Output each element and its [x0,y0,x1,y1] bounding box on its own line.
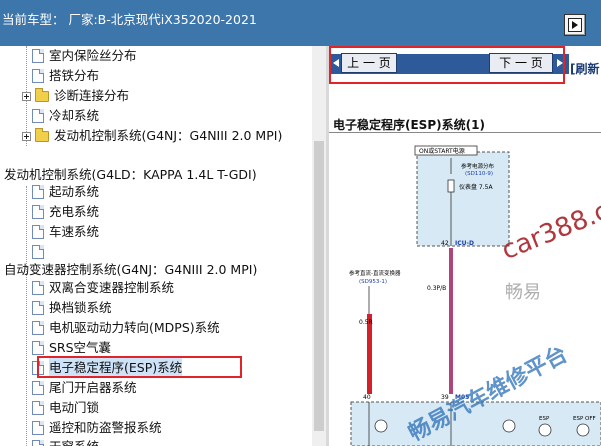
esp-label: ESP [539,416,550,422]
tree-item[interactable]: 诊断连接分布 [22,86,129,106]
folder-icon [35,128,49,142]
tree-item-label: 电机驱动动力转向(MDPS)系统 [49,320,220,335]
expand-plus-icon[interactable] [22,92,31,101]
document-icon [32,301,44,315]
esp-off-label: ESP OFF [573,416,596,422]
tree-item-label: 尾门开启器系统 [49,380,137,395]
ref-label: 参考电源分布 [461,162,495,170]
document-icon [32,225,44,239]
pin-label: 42 [441,240,449,247]
tree-item-label: 双离合变速器控制系统 [49,280,175,295]
diagram-title: 电子稳定程序(ESP)系统(1) [333,118,485,132]
tree-item-label: 遥控和防盗警报系统 [49,420,162,435]
ref-code: (SD953-1) [359,279,387,285]
tree-item[interactable]: 天窗系统 [32,437,99,446]
document-icon [32,381,44,395]
cluster-module-box [350,401,601,446]
document-icon [32,185,44,199]
red-highlight-box [37,356,242,378]
tree-item[interactable]: 冷却系统 [32,106,99,126]
document-icon [32,281,44,295]
connector-label: ICU-D [455,240,474,247]
page-nav-bar: 上 一 页 下 一 页 [刷新 [329,46,601,86]
tree-guide [26,281,27,446]
toggle-panel-button[interactable] [564,14,586,36]
tree-item-label: 天窗系统 [49,437,99,446]
current-model-title: 当前车型： 厂家:B-北京现代iX352020-2021 [2,12,257,27]
pin-label: 39 [441,394,449,401]
tree-item[interactable]: 发动机控制系统(G4NJ：G4NIII 2.0 MPI) [22,126,282,146]
tree-item-label: 起动系统 [49,184,100,199]
tree-item[interactable]: 换档锁系统 [32,298,112,318]
document-icon [32,205,44,219]
document-icon [32,440,44,446]
document-icon [32,421,44,435]
expand-plus-icon[interactable] [22,132,31,141]
document-icon [32,245,44,259]
tree-item-label: 搭铁分布 [49,68,100,83]
tree-item[interactable]: 双离合变速器控制系统 [32,278,174,298]
red-highlight-box [329,46,565,84]
tree-item-label: 冷却系统 [49,108,100,123]
scrollbar-thumb[interactable] [314,141,324,431]
document-icon [32,69,44,83]
fuse-symbol [447,179,455,193]
wiring-diagram: ON或START电源 参考电源分布 (SD110-9) 仪表盘 7.5A 42 … [349,145,601,446]
tree-item[interactable]: SRS空气囊 [32,338,111,358]
ref-label: 参考直流-直流变换器 [349,269,401,277]
tree-item-label: 车速系统 [49,224,100,239]
red-wire [367,314,372,394]
refresh-link[interactable]: [刷新 [570,60,600,77]
tree-group-header[interactable]: 自动变速器控制系统(G4NJ：G4NIII 2.0 MPI) [4,260,257,280]
play-arrow-icon [572,21,578,29]
tree-item-label: SRS空气囊 [49,340,112,355]
tree-item[interactable]: 电机驱动动力转向(MDPS)系统 [32,318,220,338]
tree-item-label: 室内保险丝分布 [49,48,137,63]
tree-item-label: 发动机控制系统(G4NJ：G4NIII 2.0 MPI) [54,128,283,143]
tree-item-label: 诊断连接分布 [54,88,130,103]
top-header-bar: 当前车型： 厂家:B-北京现代iX352020-2021 [0,0,601,46]
tree-item-label: 换档锁系统 [49,300,112,315]
pin-label: 40 [363,394,371,401]
abs-lamp-icon [502,419,516,433]
connector-label: M05 [455,394,469,401]
tree-item-label: 电动门锁 [49,400,100,415]
wire-label: 0.3P/B [427,285,446,292]
tree-item[interactable]: 搭铁分布 [32,66,99,86]
tree-item[interactable]: 室内保险丝分布 [32,46,137,66]
document-icon [32,401,44,415]
tree-item[interactable]: 尾门开启器系统 [32,378,137,398]
diagram-pane: 上 一 页 下 一 页 [刷新 电子稳定程序(ESP)系统(1) ON或STAR… [329,46,601,446]
document-icon [32,341,44,355]
tree-item[interactable]: 电动门锁 [32,398,99,418]
power-label: ON或START电源 [419,147,465,155]
document-icon [32,321,44,335]
tree-item[interactable]: 车速系统 [32,222,99,242]
document-icon [32,49,44,63]
wire-label: 0.5R [359,319,373,326]
document-icon [32,109,44,123]
ref-code: (SD110-9) [465,171,493,177]
circuit-tree: 室内保险丝分布 搭铁分布 诊断连接分布 冷却系统 发动机控制系统(G4NJ：G4… [0,46,324,446]
tree-scrollbar[interactable] [312,46,326,446]
title-divider [329,132,601,133]
tree-item-label: 充电系统 [49,204,100,219]
pink-wire [449,248,453,394]
tree-item[interactable]: 充电系统 [32,202,99,222]
tree-item[interactable]: 遥控和防盗警报系统 [32,418,162,438]
fuse-label: 仪表盘 7.5A [459,183,493,191]
tree-item[interactable]: 起动系统 [32,182,99,202]
folder-icon [35,88,49,102]
tree-item[interactable] [32,242,49,262]
tree-item-label: 自动变速器控制系统(G4NJ：G4NIII 2.0 MPI) [4,262,258,277]
